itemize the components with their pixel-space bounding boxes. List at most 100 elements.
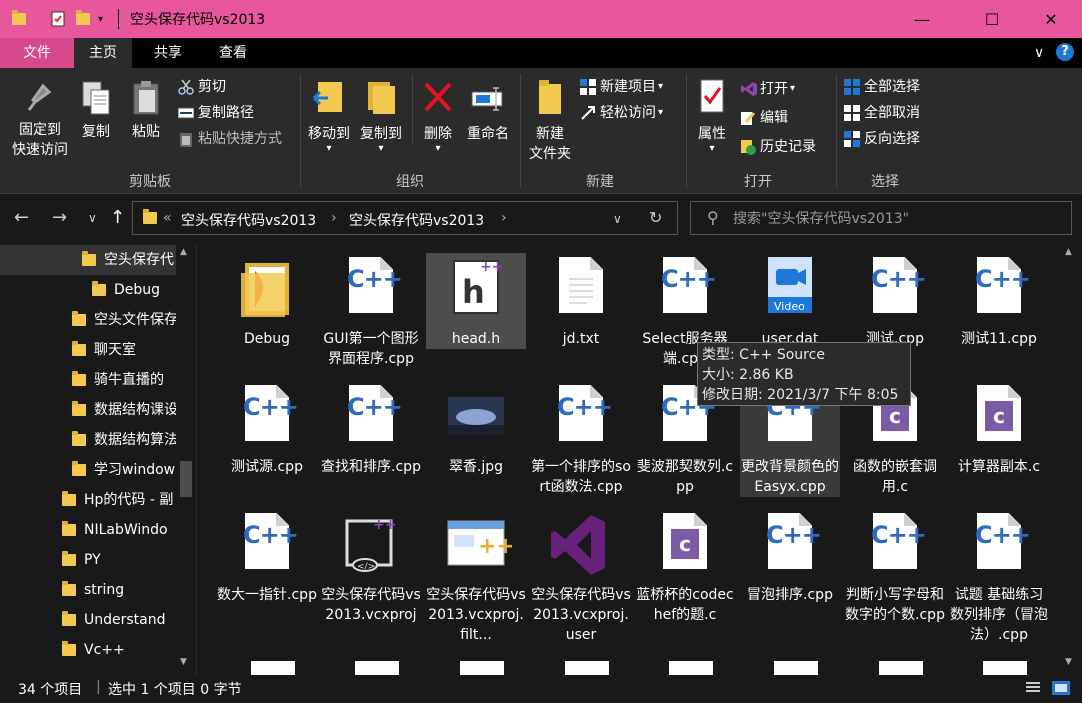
breadcrumb-item[interactable]: 空头保存代码vs2013 [349, 210, 484, 230]
details-view-icon[interactable] [1026, 681, 1040, 699]
file-item[interactable]: jd.txt [531, 253, 631, 349]
nav-item[interactable]: Vc++ [0, 635, 176, 665]
select-all-button[interactable]: 全部选择 [844, 75, 920, 99]
nav-scrollbar-thumb[interactable] [180, 461, 192, 497]
nav-item[interactable]: 学习window [0, 455, 176, 485]
file-item-partial[interactable] [983, 661, 1027, 675]
refresh-icon[interactable]: ↻ [649, 208, 662, 227]
new-item-button[interactable]: 新建项目 ▾ [580, 75, 663, 99]
file-item[interactable]: C++ 测试.cpp [845, 253, 945, 349]
new-folder-quick-icon[interactable] [76, 9, 90, 29]
breadcrumb-overflow[interactable]: « [163, 210, 172, 226]
nav-item-label: 骑牛直播的 [94, 372, 164, 388]
scroll-up-icon[interactable]: ▲ [180, 247, 187, 257]
file-item-partial[interactable] [879, 661, 923, 675]
file-item[interactable]: 空头保存代码vs2013.vcxproj.user [531, 509, 631, 645]
tab-share[interactable]: 共享 [140, 38, 196, 68]
file-item[interactable]: c 蓝桥杯的codechef的题.c [635, 509, 735, 625]
breadcrumb-separator-icon[interactable]: › [501, 210, 507, 226]
nav-item[interactable]: 空头保存代 [0, 245, 176, 275]
delete-button[interactable]: 删除 ▾ [418, 78, 458, 154]
back-arrow-icon[interactable]: ← [14, 207, 29, 228]
file-item[interactable]: C++ 第一个排序的sort函数法.cpp [531, 381, 631, 497]
file-item[interactable]: C++ 测试11.cpp [949, 253, 1049, 349]
nav-item[interactable]: NILabWindo [0, 515, 176, 545]
file-item[interactable]: ++ 空头保存代码vs2013.vcxproj.filt... [426, 509, 526, 645]
nav-item[interactable]: 数据结构算法 [0, 425, 176, 455]
nav-item[interactable]: 聊天室 [0, 335, 176, 365]
nav-item[interactable]: PY [0, 545, 176, 575]
help-icon[interactable]: ? [1056, 43, 1074, 61]
ribbon-tab-bar: 文件 主页 共享 查看 ∨ ? [0, 38, 1082, 68]
scroll-down-icon[interactable]: ▼ [180, 657, 187, 667]
tab-file[interactable]: 文件 [0, 38, 74, 68]
breadcrumb-item[interactable]: 空头保存代码vs2013 [181, 210, 316, 230]
maximize-button[interactable]: ☐ [969, 0, 1015, 38]
scroll-down-icon[interactable]: ▼ [1065, 657, 1072, 667]
up-arrow-icon[interactable]: ↑ [110, 207, 125, 228]
properties-button[interactable]: 属性 ▾ [690, 78, 734, 154]
properties-quick-icon[interactable] [50, 9, 66, 29]
nav-item[interactable]: 数据结构课设 [0, 395, 176, 425]
easy-access-button[interactable]: 轻松访问 ▾ [580, 101, 663, 125]
rename-button[interactable]: 重命名 [462, 78, 514, 144]
file-item[interactable]: C++ 测试源.cpp [217, 381, 317, 477]
large-icons-view-icon[interactable] [1052, 681, 1070, 699]
file-item[interactable]: ++ </> 空头保存代码vs2013.vcxproj [321, 509, 421, 625]
breadcrumb-separator-icon[interactable]: › [331, 210, 337, 226]
file-item-partial[interactable] [774, 661, 818, 675]
file-item[interactable]: C++ 查找和排序.cpp [321, 381, 421, 477]
recent-locations-chevron-icon[interactable]: ∨ [88, 211, 97, 225]
select-none-button[interactable]: 全部取消 [844, 101, 920, 125]
tab-home[interactable]: 主页 [74, 38, 132, 68]
file-item-partial[interactable] [355, 661, 399, 675]
address-dropdown-chevron-icon[interactable]: ∨ [613, 212, 622, 226]
nav-item[interactable]: 空头文件保存 [0, 305, 176, 335]
address-bar[interactable]: « 空头保存代码vs2013 › 空头保存代码vs2013 › ∨ ↻ [132, 201, 678, 235]
file-item[interactable]: C++ GUI第一个图形界面程序.cpp [321, 253, 421, 369]
collapse-ribbon-icon[interactable]: ∨ [1034, 45, 1044, 61]
invert-selection-button[interactable]: 反向选择 [844, 127, 920, 151]
file-item-partial[interactable] [460, 661, 504, 675]
search-box[interactable]: ⚲ [690, 201, 1072, 235]
copy-button[interactable]: 复制 [74, 80, 118, 142]
forward-arrow-icon[interactable]: → [52, 207, 67, 228]
file-item[interactable]: 翠香.jpg [426, 381, 526, 477]
close-button[interactable]: ✕ [1028, 0, 1074, 38]
file-item[interactable]: Video user.dat [740, 253, 840, 349]
new-folder-button[interactable]: 新建 文件夹 [524, 78, 576, 164]
file-item-partial[interactable] [251, 661, 295, 675]
file-item[interactable]: C++ 数大一指针.cpp [217, 509, 317, 605]
nav-item[interactable]: string [0, 575, 176, 605]
nav-item[interactable]: Hp的代码 - 副 [0, 485, 176, 515]
open-button[interactable]: 打开 ▾ [740, 77, 795, 101]
scroll-up-icon[interactable]: ▲ [1065, 247, 1072, 257]
move-to-button[interactable]: 移动到 ▾ [304, 78, 354, 154]
file-name: jd.txt [562, 331, 600, 347]
file-item-partial[interactable] [565, 661, 609, 675]
search-input[interactable] [733, 208, 1053, 230]
nav-scrollbar[interactable] [176, 243, 196, 675]
copy-to-button[interactable]: 复制到 ▾ [356, 78, 406, 154]
nav-item[interactable]: Understand [0, 605, 176, 635]
file-item[interactable]: C++ 冒泡排序.cpp [740, 509, 840, 605]
title-divider [118, 9, 119, 29]
file-item-partial[interactable] [669, 661, 713, 675]
nav-item[interactable]: 骑牛直播的 [0, 365, 176, 395]
cut-button[interactable]: 剪切 [178, 75, 226, 99]
file-item[interactable]: h ++ head.h [426, 253, 526, 349]
tab-view[interactable]: 查看 [204, 38, 262, 68]
file-item[interactable]: C++ 试题 基础练习 数列排序（冒泡法）.cpp [949, 509, 1049, 645]
minimize-button[interactable]: — [899, 0, 945, 38]
nav-item[interactable]: Debug [0, 275, 176, 305]
pin-quick-access-button[interactable]: 固定到 快速访问 [8, 80, 72, 160]
history-button[interactable]: 历史记录 [740, 135, 816, 159]
paste-button[interactable]: 粘贴 [124, 80, 168, 142]
file-item[interactable]: Debug [217, 253, 317, 349]
copy-path-button[interactable]: 复制路径 [177, 101, 254, 125]
file-item[interactable]: C++ 判断小写字母和数字的个数.cpp [845, 509, 945, 625]
file-item[interactable]: c 计算器副本.c [949, 381, 1049, 477]
edit-button[interactable]: 编辑 [740, 106, 788, 130]
customize-toolbar-icon[interactable]: ▾ [98, 9, 103, 29]
paste-shortcut-button[interactable]: 粘贴快捷方式 [178, 127, 282, 151]
